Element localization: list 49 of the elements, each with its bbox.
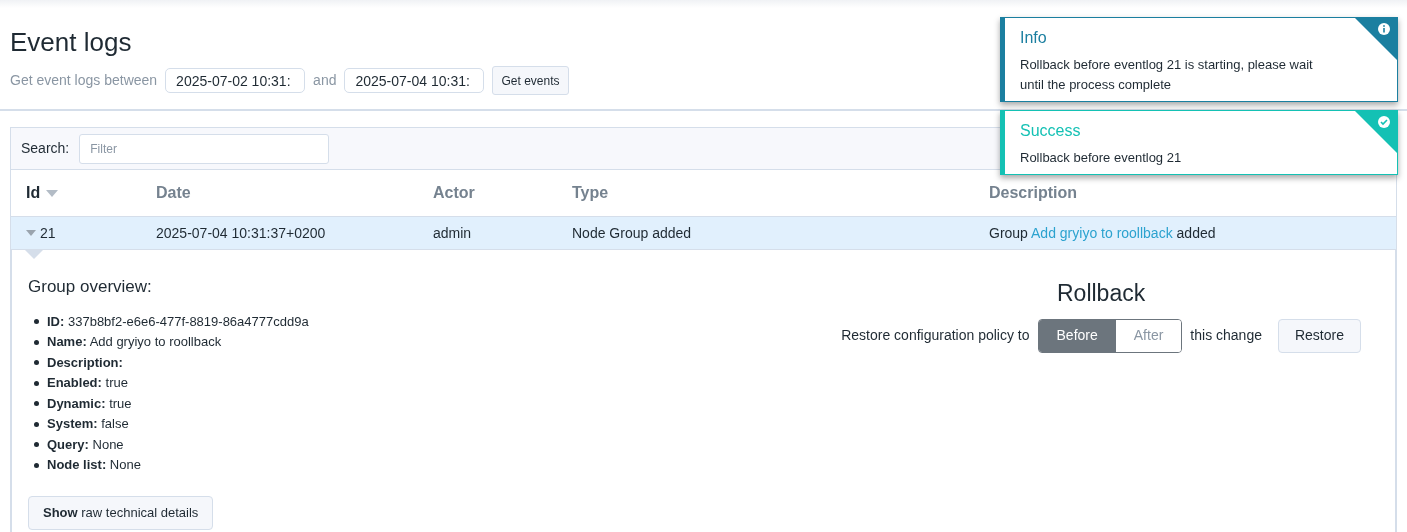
page-title: Event logs <box>10 26 132 58</box>
search-field[interactable]: Filter <box>79 133 330 164</box>
detail-item: Description: <box>47 353 123 372</box>
end-date-field[interactable]: 2025-07-04 10:31: <box>344 68 485 93</box>
bullet-icon <box>34 380 39 386</box>
toast-message: Rollback before eventlog 21 <box>1020 149 1183 167</box>
restore-label: this change <box>1190 326 1262 345</box>
bullet-icon <box>34 401 39 407</box>
table-cell: Group Add gryiyo to roollback added <box>989 224 1216 241</box>
section-title: Group overview: <box>28 276 153 298</box>
detail-item: Query: None <box>47 435 124 454</box>
column-header[interactable]: Description <box>989 181 1077 205</box>
toggle-option[interactable]: Before <box>1038 319 1116 352</box>
bullet-icon <box>34 442 39 448</box>
detail-item: Name: Add gryiyo to roollback <box>47 333 222 351</box>
row-pointer-icon <box>24 249 44 259</box>
bullet-icon <box>34 360 39 366</box>
search-label: Search: <box>21 139 70 158</box>
sort-caret-icon <box>46 189 59 197</box>
table-cell: admin <box>433 224 472 241</box>
table-cell-text: 21 <box>40 223 56 243</box>
restore-label: Restore configuration policy to <box>841 326 1030 345</box>
bullet-icon <box>34 339 39 345</box>
bullet-icon <box>34 421 39 427</box>
toast-title: Success <box>1020 121 1082 141</box>
table-cell: Node Group added <box>572 224 692 241</box>
show-details-button[interactable]: Show raw technical details <box>28 495 214 530</box>
expand-caret-icon[interactable] <box>26 230 36 236</box>
column-header[interactable]: Id <box>26 181 41 205</box>
detail-item: Enabled: true <box>47 374 128 392</box>
bullet-icon <box>34 462 39 468</box>
column-header[interactable]: Date <box>156 181 191 205</box>
table-row[interactable]: 21 2025-07-04 10:31:37+0200 admin Node Group added Group Add gryiyo to roollback added <box>11 217 1396 250</box>
start-date-field[interactable]: 2025-07-02 10:31: <box>165 68 306 93</box>
detail-item: ID: 337b8bf2-e6e6-477f-8819-86a4777cdd9a <box>47 312 309 331</box>
range-label: Get event logs between <box>10 71 158 90</box>
range-joiner: and <box>313 71 337 90</box>
detail-item: System: false <box>47 415 129 433</box>
section-title: Rollback <box>1057 279 1146 308</box>
column-header[interactable]: Type <box>572 181 609 205</box>
detail-item: Dynamic: true <box>47 394 132 413</box>
column-header[interactable]: Actor <box>433 181 475 205</box>
get-events-button[interactable]: Get events <box>492 66 569 95</box>
restore-button[interactable]: Restore <box>1277 318 1361 353</box>
toast-message: Rollback before eventlog 21 is starting, please wait until the process complete <box>1020 56 1314 94</box>
table-cell: 2025-07-04 10:31:37+0200 <box>156 224 326 241</box>
toast-title: Info <box>1020 28 1048 48</box>
bullet-icon <box>34 319 39 325</box>
detail-item: Node list: None <box>47 456 141 474</box>
